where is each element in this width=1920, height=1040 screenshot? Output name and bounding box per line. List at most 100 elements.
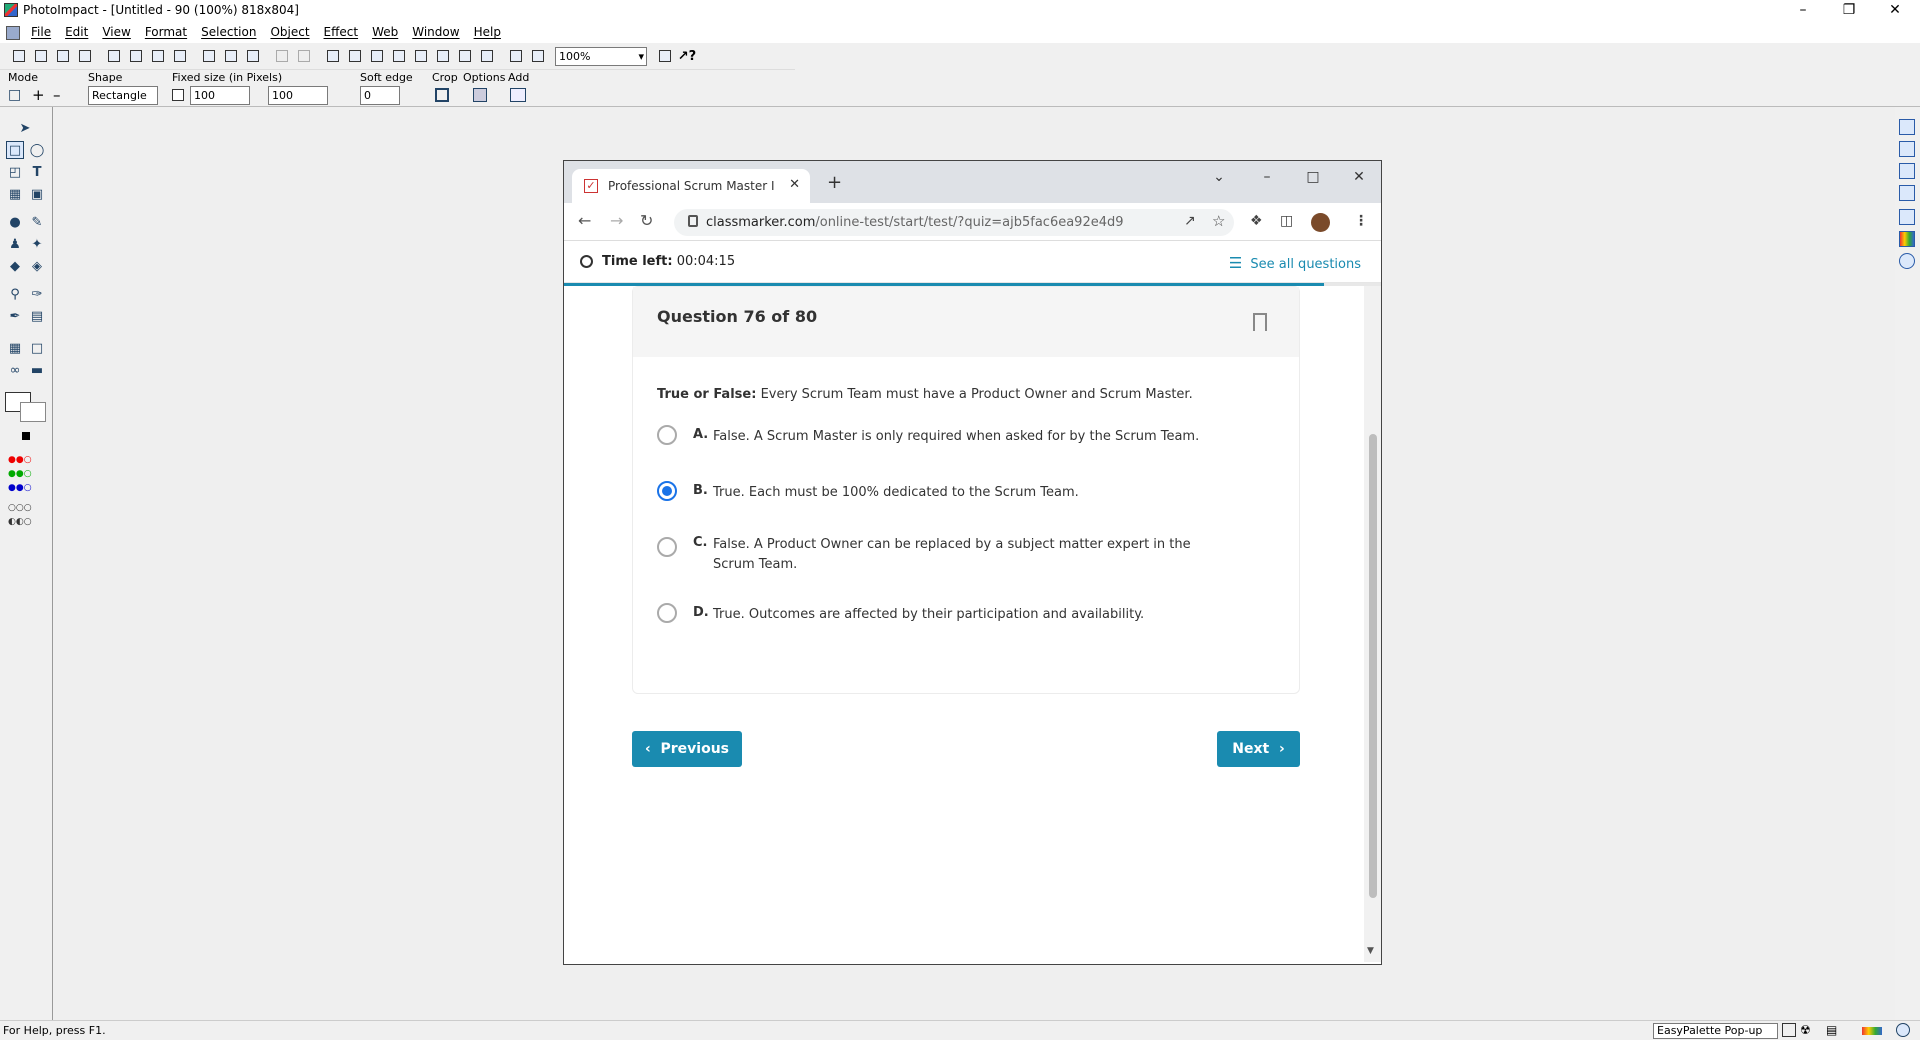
browse-icon[interactable] xyxy=(53,46,73,66)
paste-icon[interactable] xyxy=(243,46,263,66)
mode-subtract-icon[interactable]: – xyxy=(53,86,61,104)
new-tab-icon[interactable]: + xyxy=(827,172,842,193)
bookmark-icon[interactable] xyxy=(1253,313,1267,331)
options-icon[interactable] xyxy=(473,88,487,102)
color-palette-icon[interactable] xyxy=(1899,231,1915,247)
layer-manager-icon[interactable] xyxy=(1899,141,1915,157)
eyedropper-tool-icon[interactable]: ✑ xyxy=(28,285,46,303)
screen-icon[interactable] xyxy=(506,46,526,66)
menu-selection[interactable]: Selection xyxy=(194,22,263,43)
quick-command-icon[interactable] xyxy=(1899,253,1915,269)
help-pointer-icon[interactable]: ↗? xyxy=(677,46,697,66)
palette-toggle-icon[interactable] xyxy=(1782,1023,1796,1037)
browser-maximize-button[interactable]: □ xyxy=(1298,169,1328,185)
option-b-radio-selected[interactable] xyxy=(657,481,677,501)
layout-icon[interactable] xyxy=(528,46,548,66)
open-icon[interactable] xyxy=(31,46,51,66)
easypalette-select[interactable]: EasyPalette Pop-up xyxy=(1653,1023,1778,1039)
undo-icon[interactable] xyxy=(272,46,292,66)
back-icon[interactable]: ← xyxy=(578,211,591,230)
graph-icon[interactable] xyxy=(455,46,475,66)
print-preview-icon[interactable] xyxy=(126,46,146,66)
menu-file[interactable]: File xyxy=(24,22,58,43)
menu-help[interactable]: Help xyxy=(467,22,508,43)
page-icon[interactable] xyxy=(477,46,497,66)
blue-dots-icon[interactable]: ●●○ xyxy=(8,483,44,497)
restore-button[interactable]: ❐ xyxy=(1826,0,1872,22)
browser-minimize-button[interactable]: – xyxy=(1252,169,1282,185)
black-swatch-icon[interactable] xyxy=(22,432,30,440)
reload-icon[interactable]: ↻ xyxy=(640,211,653,230)
frame-tool-icon[interactable]: □ xyxy=(28,339,46,357)
menu-edit[interactable]: Edit xyxy=(58,22,95,43)
color-dots-icon[interactable]: ●●○ xyxy=(8,455,44,469)
save-icon[interactable] xyxy=(75,46,95,66)
close-button[interactable]: ✕ xyxy=(1872,0,1918,22)
green-dots-icon[interactable]: ●●○ xyxy=(8,469,44,483)
tab-search-chevron-icon[interactable]: ⌄ xyxy=(1204,169,1234,185)
option-a-radio[interactable] xyxy=(657,425,677,445)
ruler-tool-icon[interactable]: ▬ xyxy=(28,361,46,379)
crop-tool-icon[interactable]: ▦ xyxy=(6,185,24,203)
scroll-down-arrow-icon[interactable]: ▼ xyxy=(1367,946,1374,956)
ruler-status-icon[interactable]: ▤ xyxy=(1826,1023,1837,1037)
web-icon[interactable] xyxy=(170,46,190,66)
selection-tool-icon[interactable]: □ xyxy=(6,141,24,159)
menu-object[interactable]: Object xyxy=(263,22,316,43)
easypalette-icon[interactable] xyxy=(1899,209,1915,225)
previous-button[interactable]: ‹ Previous xyxy=(632,731,742,767)
image-icon[interactable] xyxy=(389,46,409,66)
cut-icon[interactable] xyxy=(199,46,219,66)
bookmark-star-icon[interactable]: ☆ xyxy=(1212,212,1225,230)
menu-web[interactable]: Web xyxy=(365,22,405,43)
fixed-size-checkbox[interactable] xyxy=(172,89,184,101)
shape-select[interactable]: Rectangle xyxy=(88,86,158,105)
lasso-tool-icon[interactable]: ◯ xyxy=(28,141,46,159)
status-tool-icon[interactable]: ☢ xyxy=(1800,1023,1811,1037)
object-panel-icon[interactable] xyxy=(1899,185,1915,201)
tab-close-icon[interactable]: ✕ xyxy=(789,177,800,192)
pick-tool-icon[interactable]: ➤ xyxy=(16,119,34,137)
eraser-tool-icon[interactable]: ◆ xyxy=(6,257,24,275)
paint-tool-icon[interactable]: ✎ xyxy=(28,213,46,231)
mode-add-icon[interactable]: + xyxy=(32,86,45,104)
soft-edge-input[interactable]: 0 xyxy=(360,86,400,105)
transform-tool-icon[interactable]: ◰ xyxy=(6,163,24,181)
scrollbar-thumb[interactable] xyxy=(1369,434,1377,898)
color-status-icon[interactable] xyxy=(1862,1027,1882,1035)
option-d-radio[interactable] xyxy=(657,603,677,623)
redo-icon[interactable] xyxy=(294,46,314,66)
width-input[interactable]: 100 xyxy=(190,86,250,105)
crop-icon[interactable] xyxy=(367,46,387,66)
add-icon[interactable] xyxy=(510,88,526,102)
forward-icon[interactable]: → xyxy=(610,211,623,230)
drop-tool-icon[interactable]: ● xyxy=(6,213,24,231)
zoom-select[interactable]: 100% xyxy=(555,46,647,66)
mask-icon[interactable] xyxy=(323,46,343,66)
crop-icon[interactable] xyxy=(435,88,449,102)
panel-manager-icon[interactable] xyxy=(1899,119,1915,135)
new-icon[interactable] xyxy=(9,46,29,66)
document-panel-icon[interactable] xyxy=(1899,163,1915,179)
copy-icon[interactable] xyxy=(221,46,241,66)
browser-tab[interactable]: ✓ Professional Scrum Master I (PSM ✕ xyxy=(572,169,810,203)
fill-tool-icon[interactable]: ◈ xyxy=(28,257,46,275)
mode-new-selection-icon[interactable]: □ xyxy=(8,87,21,103)
pen-tool-icon[interactable]: ✒ xyxy=(6,307,24,325)
retouch-tool-icon[interactable]: ▤ xyxy=(28,307,46,325)
menu-window[interactable]: Window xyxy=(405,22,466,43)
grid-tool-icon[interactable]: ▦ xyxy=(6,339,24,357)
extensions-puzzle-icon[interactable]: ❖ xyxy=(1250,213,1263,229)
share-icon[interactable]: ↗ xyxy=(1184,213,1196,229)
option-c-radio[interactable] xyxy=(657,537,677,557)
help-status-icon[interactable] xyxy=(1896,1023,1910,1037)
zoom-go-icon[interactable] xyxy=(655,46,675,66)
effect-icon[interactable] xyxy=(411,46,431,66)
document-icon[interactable] xyxy=(6,25,20,40)
wand-tool-icon[interactable]: ✦ xyxy=(28,235,46,253)
side-panel-icon[interactable]: ◫ xyxy=(1280,213,1293,229)
see-all-questions-link[interactable]: See all questions xyxy=(1229,254,1361,272)
preview-icon[interactable] xyxy=(148,46,168,66)
menu-effect[interactable]: Effect xyxy=(317,22,366,43)
browser-close-button[interactable]: ✕ xyxy=(1344,169,1374,185)
